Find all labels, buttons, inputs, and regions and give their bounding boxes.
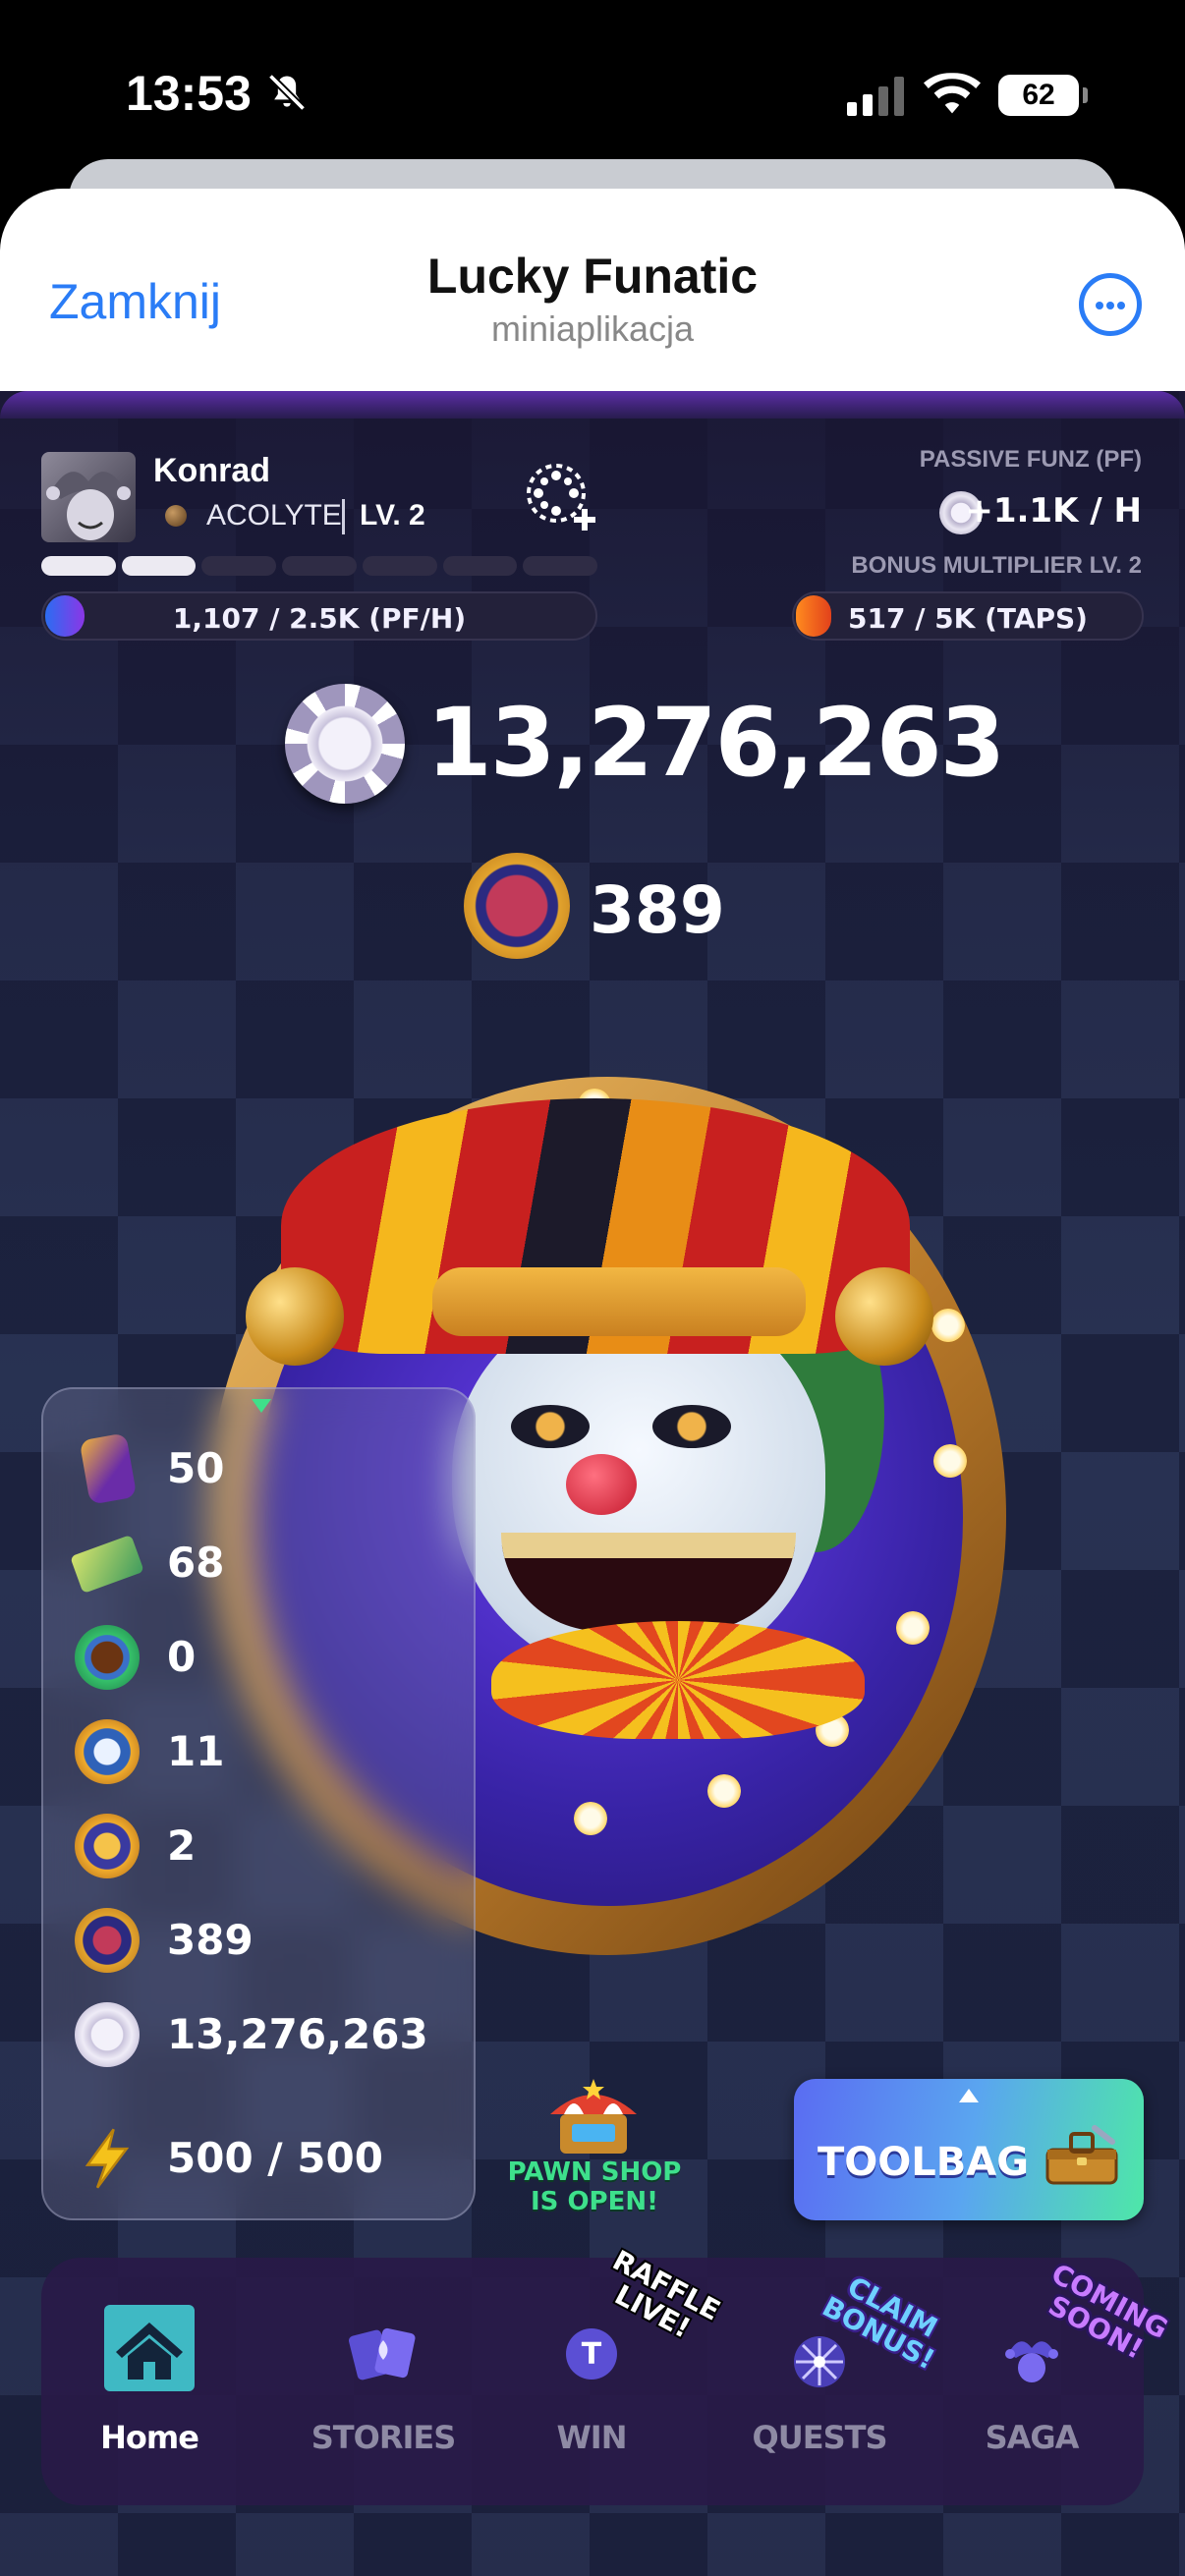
nav-saga-label: SAGA — [985, 2419, 1080, 2456]
status-time: 13:53 — [126, 66, 252, 121]
inventory-item: 389 — [75, 1902, 448, 1973]
nav-quests-label: QUESTS — [752, 2419, 888, 2456]
jester-avatar-icon — [46, 472, 131, 540]
passive-funz-label: PASSIVE FUNZ (PF) — [919, 446, 1142, 473]
status-bar: 13:53 62 — [0, 0, 1185, 157]
bonus-multiplier-label: BONUS MULTIPLIER LV. 2 — [851, 552, 1142, 579]
pawn-shop-line1: PAWN SHOP — [507, 2157, 682, 2187]
bulb-icon — [896, 1611, 930, 1645]
level-segment — [282, 556, 357, 576]
bulb-icon — [931, 1309, 965, 1342]
nav-stories[interactable]: STORIES — [295, 2289, 472, 2486]
energy-icon — [85, 2128, 130, 2189]
more-dot-icon — [1106, 302, 1114, 309]
inventory-item: 11 — [75, 1713, 448, 1784]
pawn-shop-label[interactable]: PAWN SHOP IS OPEN! — [491, 2157, 698, 2216]
bulb-icon — [933, 1444, 967, 1478]
chip-icon — [75, 2002, 140, 2067]
more-dot-icon — [1096, 302, 1103, 309]
toolbox-icon — [1045, 2125, 1118, 2185]
svg-text:T: T — [582, 2337, 602, 2372]
more-options-button[interactable] — [1079, 273, 1142, 336]
jester-token-icon — [464, 853, 570, 959]
level-segment — [442, 556, 518, 576]
invite-friend-icon[interactable] — [521, 458, 599, 536]
nav-win-label: WIN — [556, 2419, 628, 2456]
inventory-item: 0 — [75, 1619, 448, 1690]
level-segment — [201, 556, 277, 576]
inventory-value: 389 — [167, 1916, 254, 1964]
jester-bell-icon — [246, 1267, 344, 1366]
avatar[interactable] — [41, 452, 136, 542]
more-dot-icon — [1117, 302, 1125, 309]
joker-nose — [566, 1454, 637, 1515]
chip-balance-icon — [285, 684, 405, 804]
nav-stories-label: STORIES — [310, 2419, 457, 2456]
app-title: Lucky Funatic — [426, 249, 759, 304]
jester-hat-band — [432, 1267, 806, 1336]
expand-caret-icon — [959, 2089, 979, 2102]
pf-progress-bar: 1,107 / 2.5K (PF/H) — [41, 591, 597, 641]
ticket-coin-icon: T — [566, 2328, 617, 2380]
joker-eye — [511, 1405, 590, 1448]
miniapp-header: Zamknij Lucky Funatic miniaplikacja — [0, 189, 1185, 391]
chip-balance: 13,276,263 — [426, 688, 1005, 798]
level-progress-segments — [41, 556, 598, 576]
toolbag-label: TOOLBAG — [818, 2140, 1030, 2185]
inventory-item: 500 / 500 — [75, 2120, 448, 2191]
pf-progress-text: 1,107 / 2.5K (PF/H) — [172, 602, 467, 635]
bulb-icon — [707, 1774, 741, 1808]
jester-token-icon — [75, 1908, 140, 1973]
rank-badge-icon — [165, 505, 187, 527]
joker-token-icon — [75, 1719, 140, 1784]
inventory-item: 13,276,263 — [75, 1996, 448, 2067]
cards-icon — [349, 2327, 416, 2380]
username: Konrad — [153, 452, 270, 489]
inventory-value: 0 — [167, 1633, 197, 1681]
token-balance: 389 — [590, 872, 725, 948]
level-segment — [41, 556, 116, 576]
signal-icon — [847, 77, 904, 116]
bulb-icon — [574, 1802, 607, 1835]
home-icon — [104, 2305, 195, 2391]
coin-icon — [75, 1625, 140, 1690]
nav-home[interactable]: Home — [61, 2289, 238, 2486]
ticket-icon — [70, 1534, 144, 1595]
inventory-value: 50 — [167, 1444, 225, 1492]
bell-muted-icon — [267, 73, 307, 112]
level-label: LV. 2 — [360, 499, 425, 532]
wifi-icon — [924, 73, 981, 114]
inventory-value: 500 / 500 — [167, 2134, 383, 2182]
wheel-icon — [794, 2336, 845, 2387]
battery-indicator: 62 — [998, 75, 1088, 116]
inventory-item: 2 — [75, 1808, 448, 1878]
pawn-shop-icon[interactable] — [542, 2075, 645, 2165]
jester-icon — [1005, 2341, 1058, 2382]
inventory-value: 11 — [167, 1727, 225, 1775]
inventory-value: 68 — [167, 1539, 225, 1587]
nav-home-label: Home — [100, 2419, 199, 2456]
golden-joker-token-icon — [75, 1814, 140, 1878]
rank-label: ACOLYTE — [206, 499, 342, 532]
level-segment — [362, 556, 437, 576]
inventory-value: 2 — [167, 1821, 197, 1870]
pawn-shop-line2: IS OPEN! — [531, 2187, 658, 2216]
collapse-caret-icon[interactable] — [252, 1399, 271, 1413]
divider — [342, 499, 345, 534]
inventory-item: 50 — [75, 1430, 448, 1505]
level-segment — [121, 556, 197, 576]
inventory-item: 68 — [70, 1525, 448, 1596]
game-top-rim — [0, 391, 1185, 419]
passive-funz-value: +1.1K / H — [965, 491, 1142, 531]
card-icon — [79, 1432, 138, 1505]
app-subtitle: miniaplikacja — [490, 308, 695, 349]
taps-progress-bar: 517 / 5K (TAPS) — [792, 591, 1144, 641]
jester-bell-icon — [835, 1267, 933, 1366]
inventory-value: 13,276,263 — [167, 2010, 428, 2058]
inventory-panel[interactable] — [41, 1387, 476, 2220]
joker-eye — [652, 1405, 731, 1448]
level-segment — [523, 556, 598, 576]
taps-progress-text: 517 / 5K (TAPS) — [848, 602, 1088, 635]
joker-ruff — [491, 1621, 865, 1739]
